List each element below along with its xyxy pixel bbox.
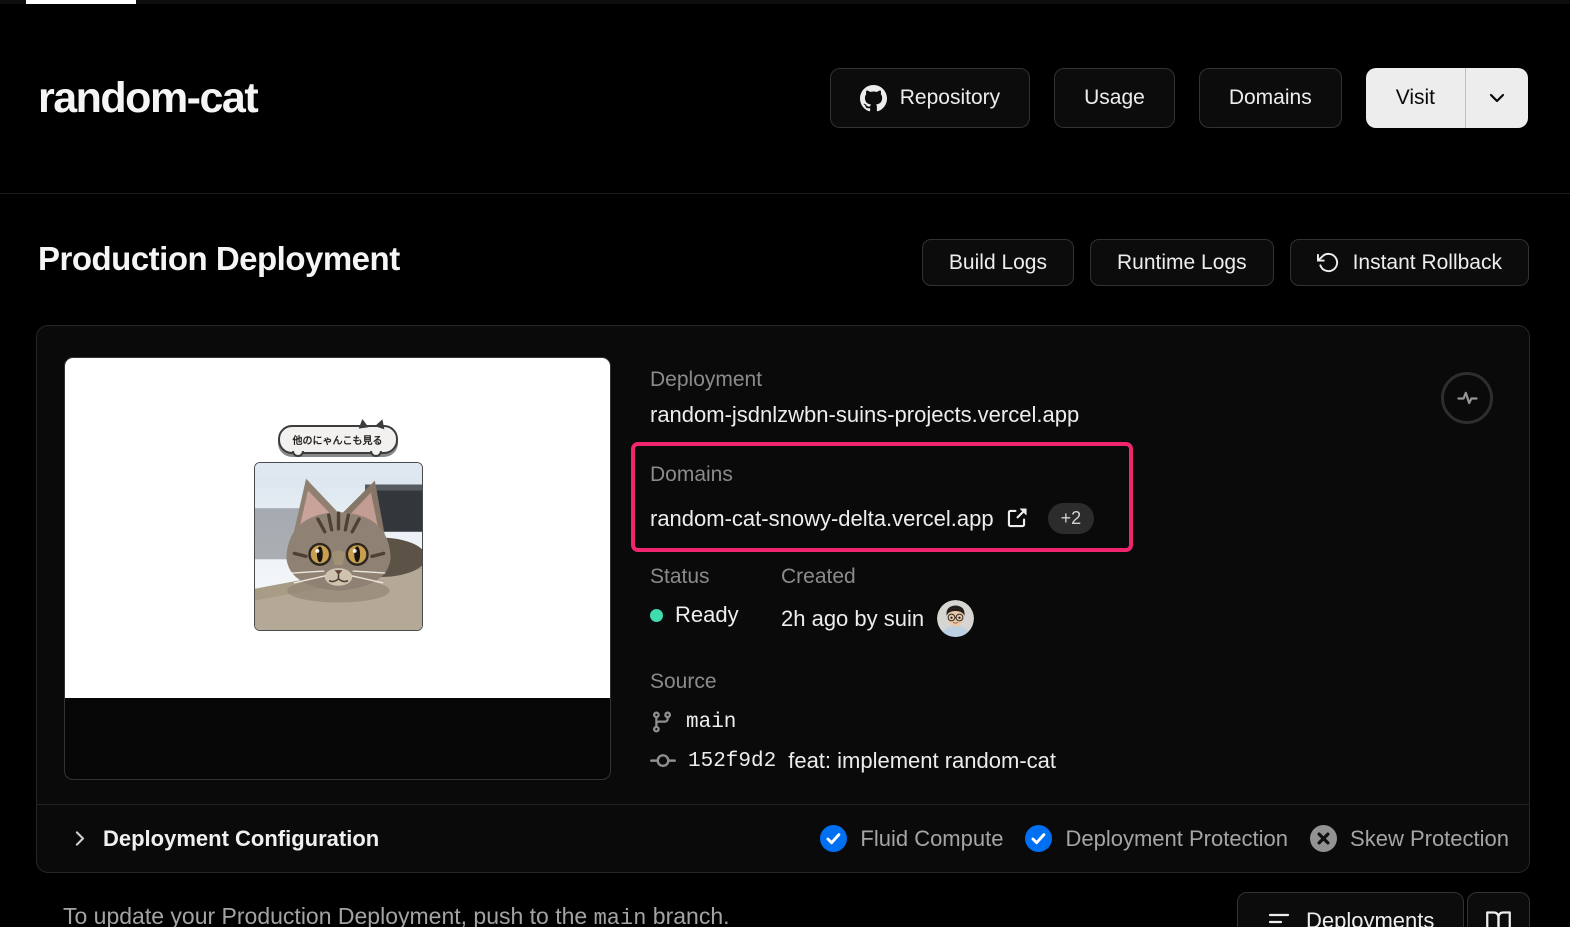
- observability-button[interactable]: [1441, 372, 1493, 424]
- avatar: [937, 600, 975, 637]
- check-circle-icon: [820, 825, 848, 852]
- cat-paw-icon: [291, 451, 304, 457]
- usage-button[interactable]: Usage: [1054, 68, 1175, 128]
- header-actions: Repository Usage Domains Visit: [829, 68, 1528, 128]
- fluid-compute-badge[interactable]: Fluid Compute: [820, 825, 1003, 852]
- update-hint-text: To update your Production Deployment, pu…: [63, 903, 730, 927]
- domains-button-label: Domains: [1228, 86, 1312, 109]
- domains-button[interactable]: Domains: [1198, 68, 1342, 128]
- config-badges: Fluid Compute Deployment Protection Skew…: [820, 825, 1509, 852]
- source-label: Source: [650, 670, 717, 693]
- x-circle-icon: [1310, 825, 1338, 852]
- deployments-button[interactable]: Deployments: [1237, 892, 1465, 927]
- repository-button-label: Repository: [899, 86, 1001, 109]
- project-header: random-cat Repository Usage Domains Visi…: [0, 4, 1570, 194]
- created-value: 2h ago by suin: [781, 600, 975, 637]
- status-ready-text: Ready: [675, 602, 739, 627]
- vercel-project-page: { "header": { "title": "random-cat", "bu…: [0, 0, 1570, 927]
- cat-ear-icon: [356, 418, 369, 429]
- deployment-url[interactable]: random-jsdnlzwbn-suins-projects.vercel.a…: [650, 402, 1079, 428]
- deployment-configuration-toggle[interactable]: Deployment Configuration: [69, 826, 379, 852]
- build-logs-label: Build Logs: [948, 250, 1047, 274]
- update-hint-branch: main: [593, 906, 647, 927]
- source-branch-name[interactable]: main: [686, 711, 736, 734]
- created-text: 2h ago by suin: [781, 605, 925, 631]
- created-label: Created: [781, 565, 856, 588]
- chevron-down-icon: [1485, 86, 1509, 110]
- status-label: Status: [650, 565, 710, 588]
- deployment-protection-badge[interactable]: Deployment Protection: [1025, 825, 1288, 852]
- site-screenshot: 他のにゃんこも見る: [65, 358, 610, 698]
- cat-photo: [254, 462, 423, 631]
- book-icon: [1485, 908, 1512, 927]
- instant-rollback-button[interactable]: Instant Rollback: [1289, 239, 1529, 286]
- git-branch-icon: [650, 710, 674, 734]
- production-actions: Build Logs Runtime Logs Instant Rollback: [921, 239, 1529, 286]
- visit-button[interactable]: Visit: [1366, 68, 1465, 128]
- status-ready-dot-icon: [650, 608, 663, 622]
- fluid-compute-label: Fluid Compute: [860, 825, 1004, 851]
- deployment-card: 他のにゃんこも見る Deployment random-jsdnlzwbn-su…: [36, 325, 1530, 873]
- visit-button-label: Visit: [1395, 86, 1435, 109]
- domain-row: random-cat-snowy-delta.vercel.app +2: [650, 503, 1095, 534]
- domain-link[interactable]: random-cat-snowy-delta.vercel.app: [650, 506, 994, 532]
- git-commit-icon: [650, 748, 676, 774]
- production-deployment-heading: Production Deployment: [38, 240, 400, 277]
- skew-protection-badge[interactable]: Skew Protection: [1310, 825, 1509, 852]
- cat-paw-icon: [369, 451, 382, 457]
- more-domains-badge[interactable]: +2: [1047, 503, 1095, 534]
- activity-icon: [1454, 385, 1481, 412]
- usage-button-label: Usage: [1084, 86, 1145, 109]
- skew-protection-label: Skew Protection: [1350, 825, 1509, 851]
- preview-bubble: 他のにゃんこも見る: [277, 417, 398, 457]
- commit-hash[interactable]: 152f9d2: [688, 750, 776, 773]
- deployment-configuration-row: Deployment Configuration Fluid Compute D…: [37, 804, 1529, 872]
- status-value: Ready: [650, 602, 739, 628]
- runtime-logs-button[interactable]: Runtime Logs: [1090, 239, 1274, 286]
- highlight-annotation: [631, 442, 1133, 552]
- page-title: random-cat: [38, 74, 259, 122]
- deployment-protection-label: Deployment Protection: [1065, 825, 1289, 851]
- domains-label: Domains: [650, 463, 733, 486]
- source-branch-row: main: [650, 710, 736, 734]
- commit-message: feat: implement random-cat: [788, 748, 1056, 773]
- deployment-configuration-label: Deployment Configuration: [103, 825, 380, 851]
- source-commit-row: 152f9d2 feat: implement random-cat: [650, 748, 1056, 774]
- update-hint-suffix: branch.: [646, 903, 730, 927]
- chevron-right-icon: [69, 828, 90, 849]
- runtime-logs-label: Runtime Logs: [1117, 250, 1247, 274]
- rotate-ccw-icon: [1316, 251, 1340, 274]
- deployment-label: Deployment: [650, 368, 763, 391]
- build-logs-button[interactable]: Build Logs: [921, 239, 1074, 286]
- cat-ear-icon: [374, 417, 387, 430]
- docs-button[interactable]: [1467, 892, 1530, 927]
- preview-bubble-label: 他のにゃんこも見る: [292, 436, 383, 447]
- github-icon: [859, 84, 887, 112]
- deployment-preview[interactable]: 他のにゃんこも見る: [64, 357, 611, 780]
- visit-dropdown-button[interactable]: [1466, 68, 1528, 128]
- repository-button[interactable]: Repository: [829, 68, 1031, 128]
- visit-split-button: Visit: [1365, 68, 1528, 128]
- external-link-icon[interactable]: [1005, 507, 1028, 530]
- update-hint-prefix: To update your Production Deployment, pu…: [63, 903, 594, 927]
- deployments-button-label: Deployments: [1306, 908, 1435, 927]
- list-icon: [1267, 909, 1291, 927]
- check-circle-icon: [1025, 825, 1053, 852]
- instant-rollback-label: Instant Rollback: [1352, 250, 1502, 274]
